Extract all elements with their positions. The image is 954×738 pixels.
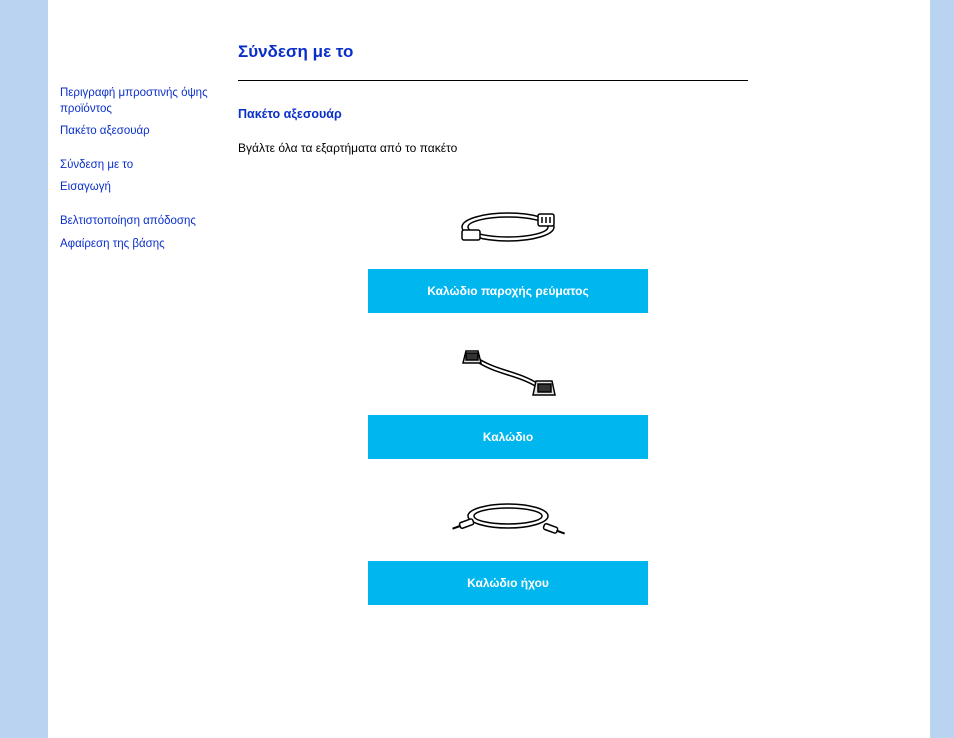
sidebar-gap (60, 201, 208, 213)
vga-cable-icon (368, 341, 648, 405)
sidebar-link-connection[interactable]: Σύνδεση με το (60, 157, 208, 173)
accessory-label: Καλώδιο ήχου (368, 561, 648, 605)
accessory-list: Καλώδιο παροχής ρεύματος (368, 195, 648, 605)
accessory-label: Καλώδιο παροχής ρεύματος (368, 269, 648, 313)
divider (238, 80, 748, 81)
instruction-text: Βγάλτε όλα τα εξαρτήματα από το πακέτο (238, 141, 900, 155)
sidebar-link-remove-base[interactable]: Αφαίρεση της βάσης (60, 236, 208, 252)
sidebar-link-front-description[interactable]: Περιγραφή μπροστινής όψης προϊόντος (60, 85, 208, 117)
sidebar-link-optimize[interactable]: Βελτιστοποίηση απόδοσης (60, 213, 208, 229)
main-content: Σύνδεση με το Πακέτο αξεσουάρ Βγάλτε όλα… (218, 0, 930, 738)
page-container: Περιγραφή μπροστινής όψης προϊόντος Πακέ… (0, 0, 954, 738)
sidebar-link-accessory-pack[interactable]: Πακέτο αξεσουάρ (60, 123, 208, 139)
accessory-item: Καλώδιο (368, 341, 648, 459)
section-heading: Πακέτο αξεσουάρ (238, 107, 900, 121)
page-title: Σύνδεση με το (238, 42, 900, 62)
audio-cable-icon (368, 487, 648, 551)
accessory-label: Καλώδιο (368, 415, 648, 459)
decorative-right-strip (930, 0, 954, 738)
accessory-item: Καλώδιο παροχής ρεύματος (368, 195, 648, 313)
accessory-item: Καλώδιο ήχου (368, 487, 648, 605)
sidebar-link-introduction[interactable]: Εισαγωγή (60, 179, 208, 195)
sidebar-gap (60, 145, 208, 157)
decorative-left-strip (0, 0, 48, 738)
power-cable-icon (368, 195, 648, 259)
sidebar-nav: Περιγραφή μπροστινής όψης προϊόντος Πακέ… (48, 0, 218, 738)
